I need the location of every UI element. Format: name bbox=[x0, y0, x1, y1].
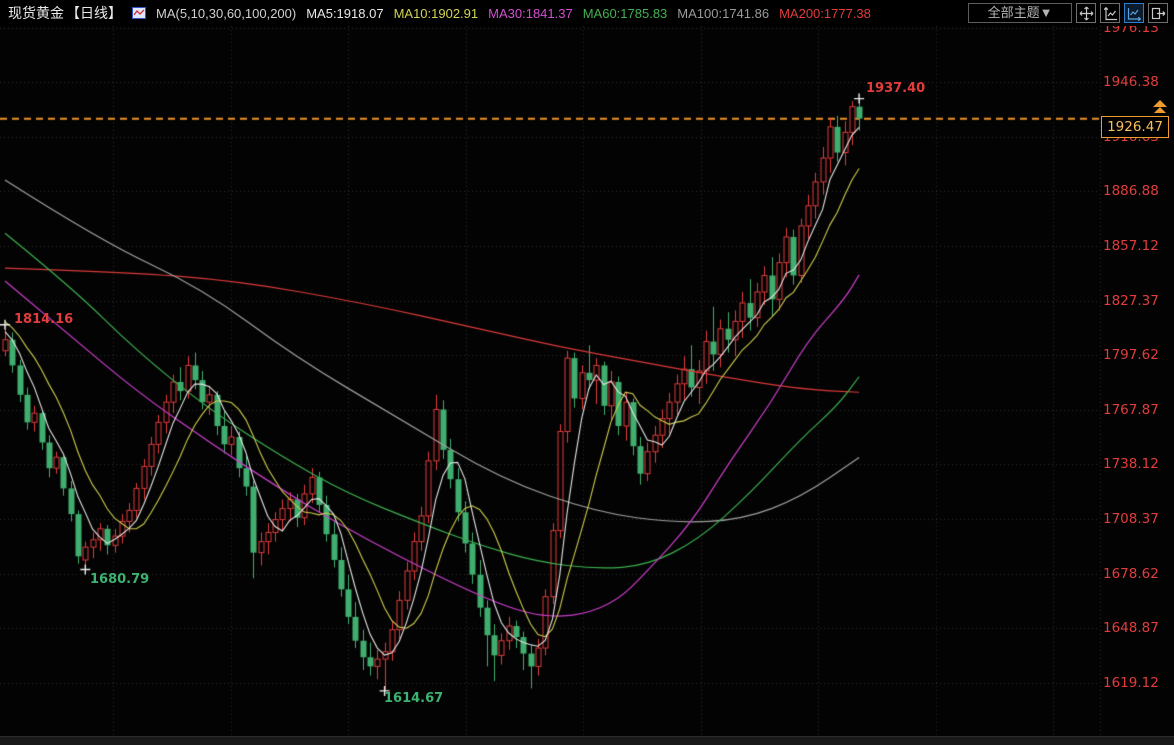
exit-icon[interactable] bbox=[1148, 3, 1168, 23]
header-toolbar: 全部主题▼ bbox=[968, 3, 1168, 23]
axis-price-label: 1857.12 bbox=[1103, 238, 1159, 254]
price-up-arrow-icon bbox=[1151, 100, 1169, 115]
ma100-value: MA100:1741.86 bbox=[677, 6, 769, 21]
marked-low-label-1680: 1680.79 bbox=[90, 572, 149, 587]
axis-price-label: 1648.87 bbox=[1103, 620, 1159, 636]
axis-scale-left-icon[interactable] bbox=[1100, 3, 1120, 23]
axis-price-label: 1767.87 bbox=[1103, 402, 1159, 418]
candlestick-chart-canvas[interactable] bbox=[0, 0, 1174, 745]
marked-high-label-1937: 1937.40 bbox=[866, 81, 925, 96]
current-price-tag: 1926.47 bbox=[1101, 116, 1169, 138]
axis-price-label: 1797.62 bbox=[1103, 347, 1159, 363]
chart-h-scrollbar[interactable] bbox=[0, 736, 1174, 745]
period-label: 【日线】 bbox=[66, 3, 122, 23]
ma30-value: MA30:1841.37 bbox=[488, 6, 573, 21]
ma60-value: MA60:1785.83 bbox=[583, 6, 668, 21]
axis-price-label: 1678.62 bbox=[1103, 566, 1159, 582]
axis-scale-right-icon[interactable] bbox=[1124, 3, 1144, 23]
marked-low-label-1614: 1614.67 bbox=[384, 691, 443, 706]
ma-params-label: MA(5,10,30,60,100,200) bbox=[156, 6, 296, 21]
header: 现货黄金 【日线】 MA(5,10,30,60,100,200) MA5:191… bbox=[0, 0, 1174, 26]
axis-price-label: 1886.88 bbox=[1103, 183, 1159, 199]
axis-price-label: 1738.12 bbox=[1103, 456, 1159, 472]
marked-high-label-1814: 1814.16 bbox=[14, 312, 73, 327]
theme-dropdown[interactable]: 全部主题▼ bbox=[968, 3, 1072, 23]
chart-icon bbox=[132, 7, 146, 19]
pan-icon[interactable] bbox=[1076, 3, 1096, 23]
axis-price-label: 1619.12 bbox=[1103, 675, 1159, 691]
ma5-value: MA5:1918.07 bbox=[306, 6, 383, 21]
ma10-value: MA10:1902.91 bbox=[394, 6, 479, 21]
axis-price-label: 1946.38 bbox=[1103, 74, 1159, 90]
instrument-title: 现货黄金 bbox=[8, 3, 64, 23]
axis-price-label: 1708.37 bbox=[1103, 511, 1159, 527]
ma200-value: MA200:1777.38 bbox=[779, 6, 871, 21]
axis-price-label: 1827.37 bbox=[1103, 293, 1159, 309]
